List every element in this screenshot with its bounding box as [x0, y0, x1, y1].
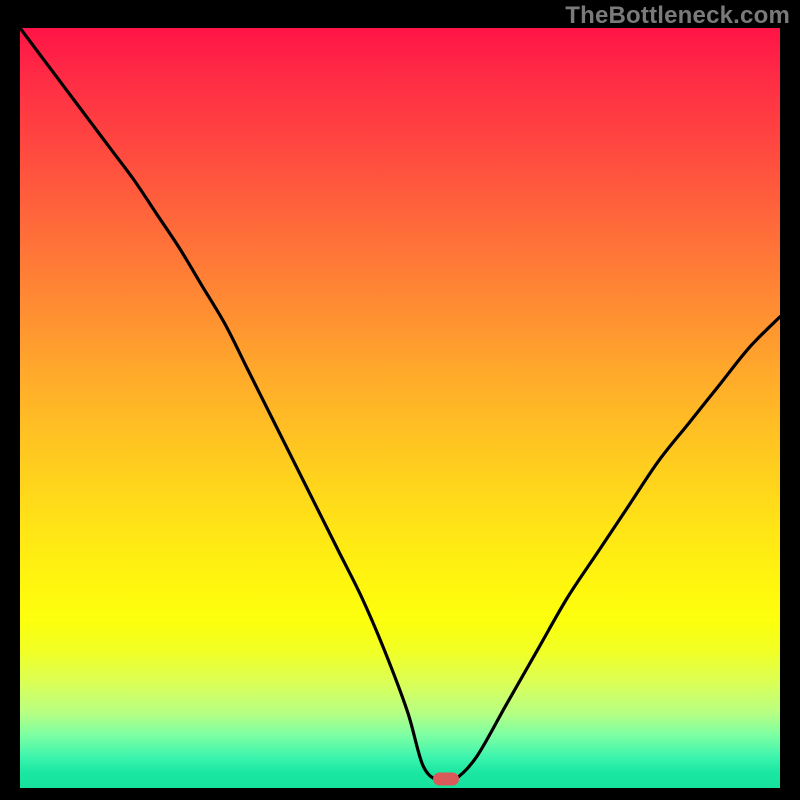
watermark-text: TheBottleneck.com — [565, 2, 790, 30]
bottleneck-curve-path — [20, 28, 780, 783]
chart-frame: TheBottleneck.com — [0, 0, 800, 800]
plot-area — [20, 28, 780, 788]
optimal-marker — [433, 772, 459, 785]
curve-svg — [20, 28, 780, 788]
